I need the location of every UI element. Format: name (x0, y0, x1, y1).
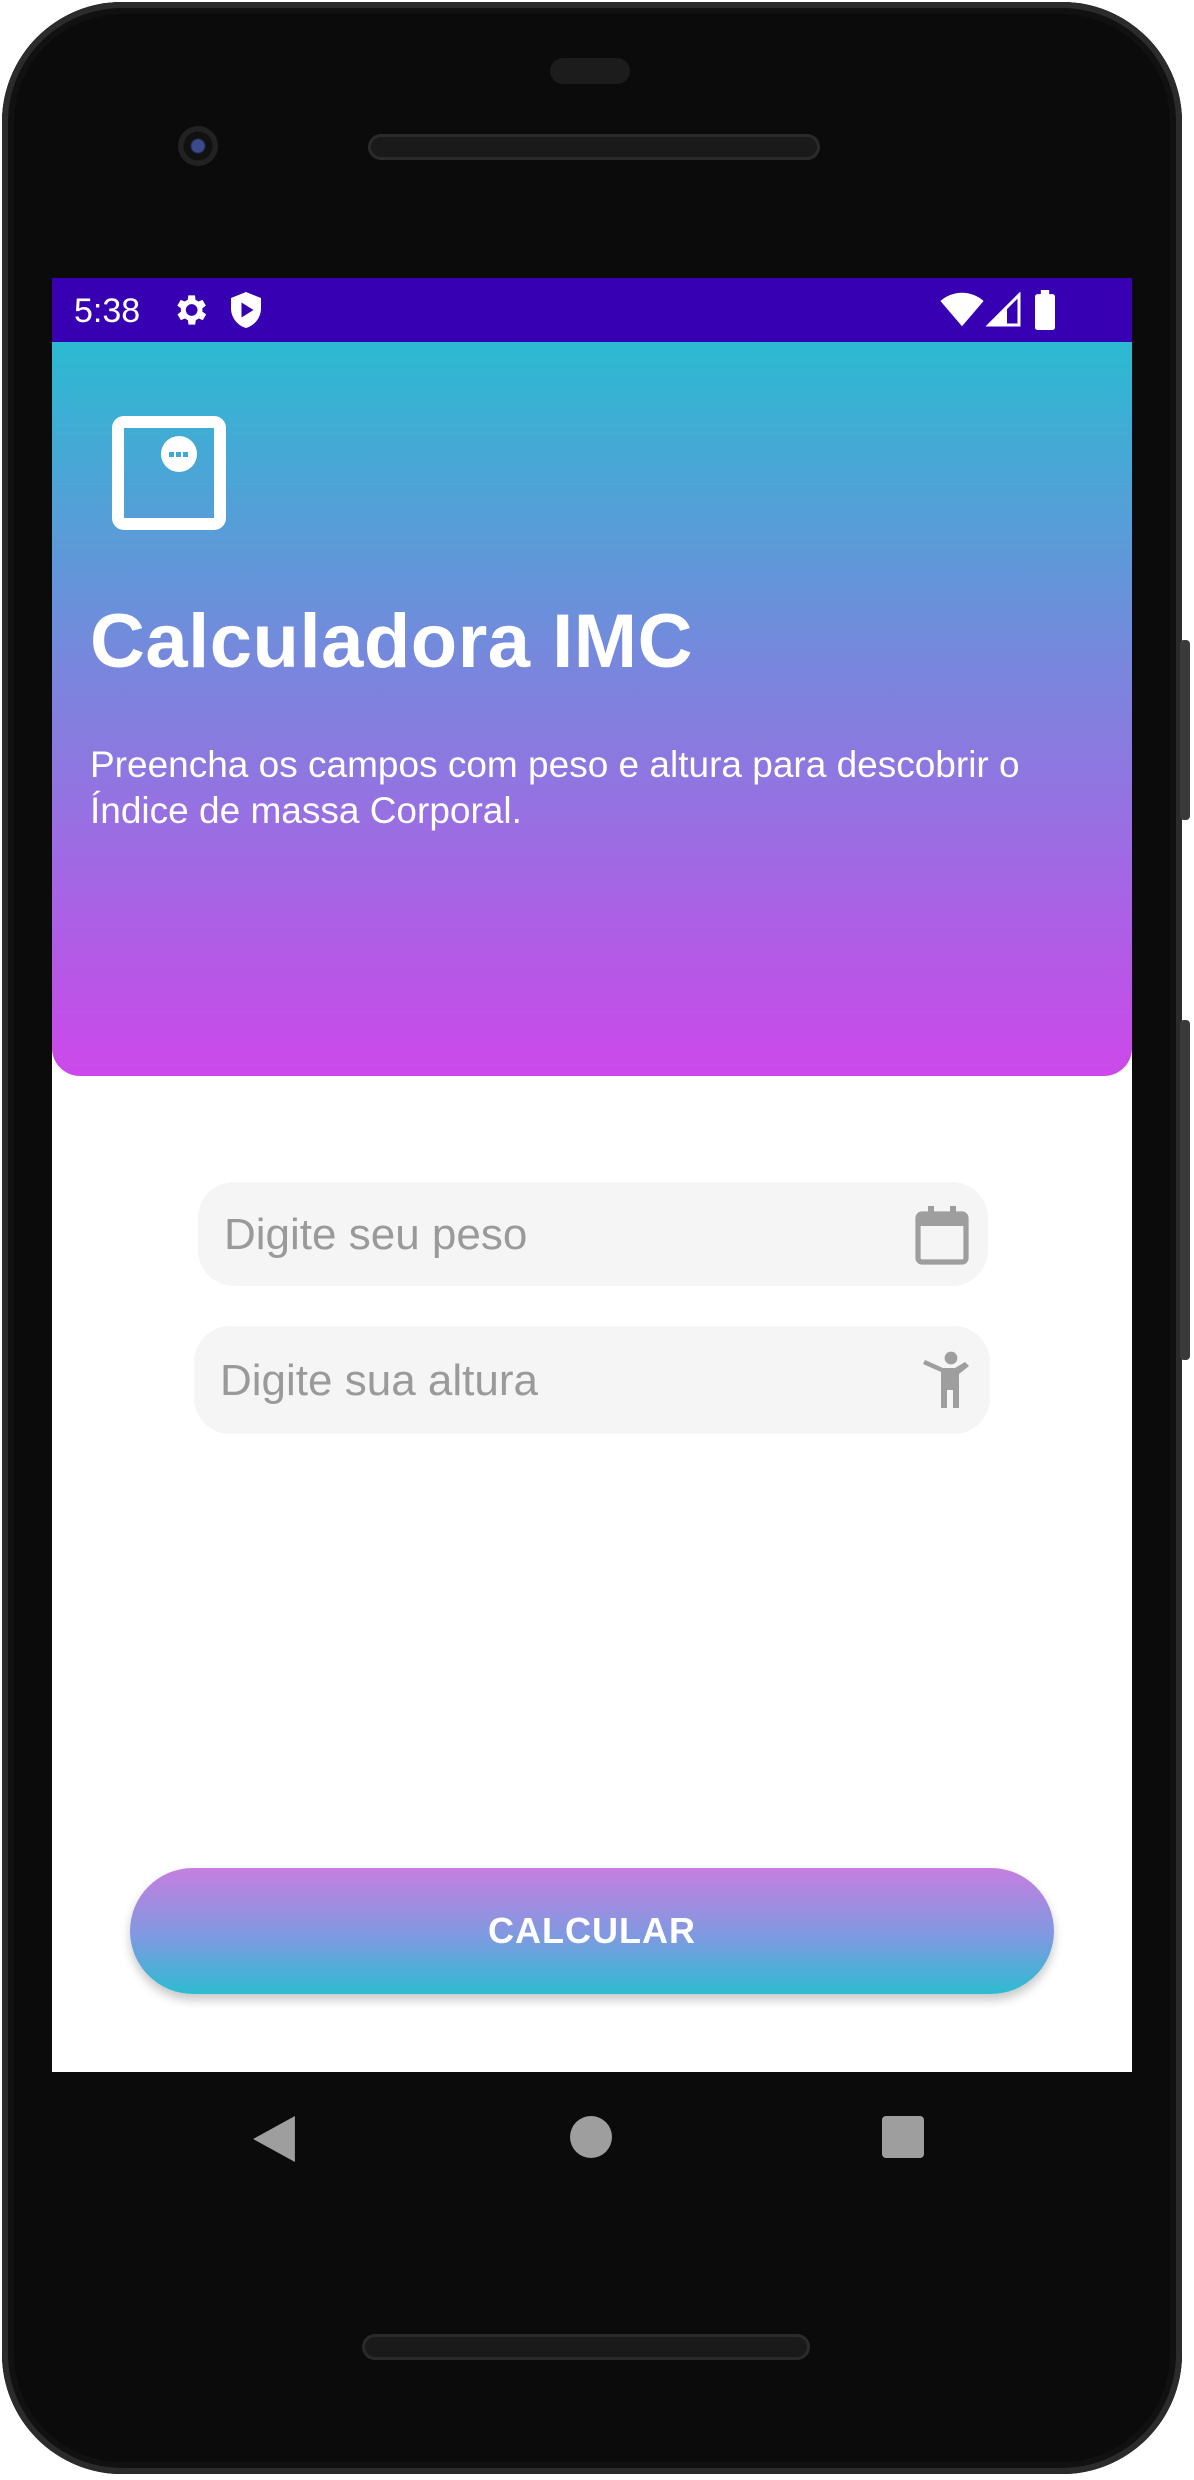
shield-icon (231, 292, 261, 328)
status-bar: 5:38 (52, 278, 1132, 342)
wifi-icon (940, 292, 984, 327)
proximity-sensor (550, 58, 630, 84)
home-icon[interactable] (570, 2116, 612, 2158)
volume-button (1180, 1020, 1190, 1360)
page-title: Calculadora IMC (90, 599, 693, 684)
page-subtitle: Preencha os campos com peso e altura par… (90, 744, 1020, 831)
status-time: 5:38 (74, 292, 141, 330)
battery-icon (1035, 290, 1055, 330)
bottom-speaker (362, 2334, 810, 2360)
scale-icon (112, 416, 226, 530)
app-screen: 5:38 Calculadora IMC Preencha os campos … (52, 278, 1132, 2072)
header-banner: Calculadora IMC Preencha os campos com p… (52, 342, 1132, 1076)
height-field[interactable] (194, 1326, 990, 1436)
calendar-icon (915, 1206, 969, 1265)
back-icon[interactable] (252, 2116, 296, 2162)
signal-icon (986, 292, 1021, 327)
earpiece-speaker (368, 134, 820, 160)
weight-input[interactable] (222, 1182, 866, 1288)
recents-icon[interactable] (882, 2116, 924, 2158)
person-height-icon (923, 1351, 969, 1408)
gear-icon (177, 295, 207, 325)
navigation-bar (52, 2072, 1132, 2202)
weight-field[interactable] (198, 1182, 988, 1288)
calculate-button[interactable]: CALCULAR (130, 1868, 1054, 1994)
front-camera (178, 126, 218, 166)
height-input[interactable] (218, 1326, 862, 1436)
power-button (1180, 640, 1190, 820)
